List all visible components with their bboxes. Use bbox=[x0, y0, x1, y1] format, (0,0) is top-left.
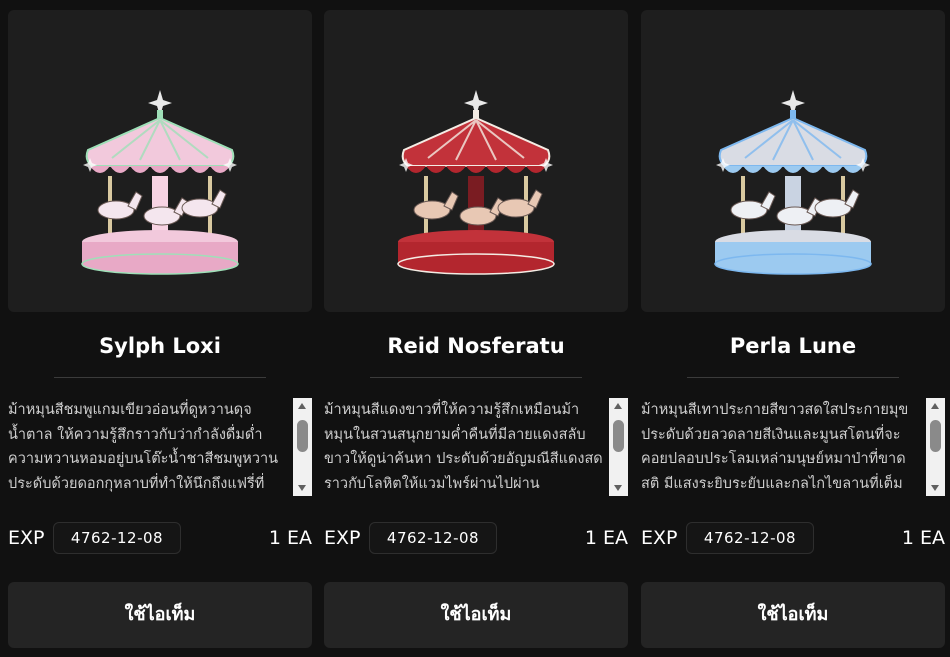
roof-valance bbox=[406, 166, 546, 173]
scroll-thumb[interactable] bbox=[613, 420, 624, 452]
item-name: Reid Nosferatu bbox=[387, 334, 565, 358]
item-quantity: 1 EA bbox=[901, 527, 945, 549]
exp-date-badge: 4762-12-08 bbox=[53, 522, 181, 554]
carousel-roof bbox=[401, 116, 551, 167]
item-image bbox=[8, 10, 312, 312]
horse-figure bbox=[459, 206, 497, 226]
item-quantity: 1 EA bbox=[584, 527, 628, 549]
carousel-image bbox=[397, 90, 555, 275]
item-card-perla-lune: Perla Lune ม้าหมุนสีเทาประกายสีขาวสดใสปร… bbox=[641, 10, 945, 657]
scroll-up-arrow-icon[interactable] bbox=[931, 403, 939, 409]
item-description: ม้าหมุนสีชมพูแกมเขียวอ่อนที่ดูหวานดุจน้ำ… bbox=[8, 402, 279, 492]
exp-label: EXP bbox=[8, 527, 45, 549]
horse-figure bbox=[97, 200, 135, 220]
use-item-button[interactable]: ใช้ไอเท็ม bbox=[324, 582, 628, 648]
use-item-button[interactable]: ใช้ไอเท็ม bbox=[8, 582, 312, 648]
item-quantity: 1 EA bbox=[268, 527, 312, 549]
item-name: Sylph Loxi bbox=[99, 334, 221, 358]
scroll-up-arrow-icon[interactable] bbox=[614, 403, 622, 409]
divider bbox=[54, 377, 266, 378]
horse-figure bbox=[181, 198, 219, 218]
scroll-up-arrow-icon[interactable] bbox=[298, 403, 306, 409]
horse-head bbox=[527, 189, 543, 209]
item-name: Perla Lune bbox=[729, 334, 857, 358]
horse-figure bbox=[413, 200, 451, 220]
item-description: ม้าหมุนสีเทาประกายสีขาวสดใสประกายมุขประด… bbox=[641, 402, 909, 492]
carousel-roof bbox=[718, 116, 868, 167]
description-scrollbar[interactable] bbox=[293, 398, 312, 496]
platform-bottom bbox=[714, 253, 872, 275]
scroll-down-arrow-icon[interactable] bbox=[614, 485, 622, 491]
item-image bbox=[324, 10, 628, 312]
platform-bottom bbox=[81, 253, 239, 275]
carousel-roof bbox=[85, 116, 235, 167]
exp-date-badge: 4762-12-08 bbox=[369, 522, 497, 554]
horse-head bbox=[443, 191, 459, 211]
description-scrollbar[interactable] bbox=[609, 398, 628, 496]
roof-valance bbox=[723, 166, 863, 173]
horse-figure bbox=[497, 198, 535, 218]
use-item-button[interactable]: ใช้ไอเท็ม bbox=[641, 582, 945, 648]
platform-bottom bbox=[397, 253, 555, 275]
item-description: ม้าหมุนสีแดงขาวที่ให้ความรู้สึกเหมือนม้า… bbox=[324, 402, 603, 492]
horse-head bbox=[211, 189, 227, 209]
item-card-sylph-loxi: Sylph Loxi ม้าหมุนสีชมพูแกมเขียวอ่อนที่ด… bbox=[8, 10, 312, 657]
roof-valance bbox=[90, 166, 230, 173]
divider bbox=[370, 377, 582, 378]
scroll-down-arrow-icon[interactable] bbox=[931, 485, 939, 491]
horse-figure bbox=[776, 206, 814, 226]
horse-head bbox=[127, 191, 143, 211]
scroll-thumb[interactable] bbox=[297, 420, 308, 452]
divider bbox=[687, 377, 899, 378]
carousel-image bbox=[714, 90, 872, 275]
horse-figure bbox=[814, 198, 852, 218]
scroll-thumb[interactable] bbox=[930, 420, 941, 452]
description-scrollbar[interactable] bbox=[926, 398, 945, 496]
horse-figure bbox=[143, 206, 181, 226]
horse-figure bbox=[730, 200, 768, 220]
scroll-down-arrow-icon[interactable] bbox=[298, 485, 306, 491]
horse-head bbox=[760, 191, 776, 211]
exp-label: EXP bbox=[641, 527, 678, 549]
item-card-reid-nosferatu: Reid Nosferatu ม้าหมุนสีแดงขาวที่ให้ความ… bbox=[324, 10, 628, 657]
exp-label: EXP bbox=[324, 527, 361, 549]
carousel-image bbox=[81, 90, 239, 275]
horse-head bbox=[844, 189, 860, 209]
item-image bbox=[641, 10, 945, 312]
exp-date-badge: 4762-12-08 bbox=[686, 522, 814, 554]
